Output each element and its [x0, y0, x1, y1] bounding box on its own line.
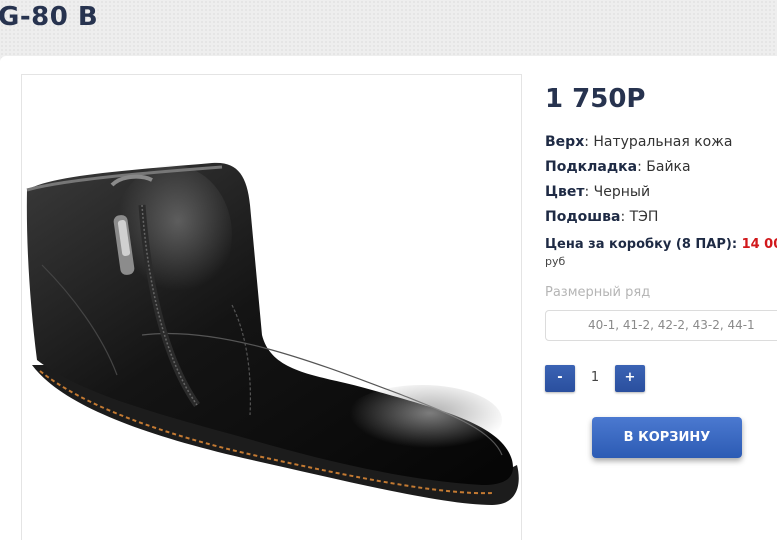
quantity-decrease-button[interactable]: -	[545, 365, 575, 392]
spec-upper-value: : Натуральная кожа	[584, 134, 733, 150]
quantity-increase-button[interactable]: +	[615, 365, 645, 392]
size-range-select[interactable]: 40-1, 41-2, 42-2, 43-2, 44-1	[545, 310, 777, 341]
spec-sole-value: : ТЭП	[620, 209, 659, 225]
spec-color-value: : Черный	[584, 184, 651, 200]
add-to-cart-button[interactable]: В КОРЗИНУ	[592, 417, 742, 458]
spec-sole: Подошва: ТЭП	[545, 209, 658, 225]
spec-color: Цвет: Черный	[545, 184, 650, 200]
product-image[interactable]	[21, 74, 522, 540]
spec-upper-label: Верх	[545, 134, 585, 150]
product-price: 1 750Р	[545, 84, 646, 114]
spec-lining: Подкладка: Байка	[545, 159, 691, 175]
product-title: G-80 B	[0, 2, 99, 32]
box-price-unit: руб	[545, 255, 566, 268]
spec-color-label: Цвет	[545, 184, 585, 200]
boot-image	[26, 162, 519, 505]
box-price-label: Цена за коробку (8 ПАР):	[545, 237, 742, 252]
box-price: Цена за коробку (8 ПАР): 14 000	[545, 237, 777, 252]
box-price-value: 14 000	[741, 237, 777, 252]
size-range-label: Размерный ряд	[545, 285, 651, 300]
spec-lining-value: : Байка	[637, 159, 691, 175]
quantity-value[interactable]: 1	[580, 370, 610, 385]
spec-upper: Верх: Натуральная кожа	[545, 134, 732, 150]
spec-lining-label: Подкладка	[545, 159, 638, 175]
spec-sole-label: Подошва	[545, 209, 621, 225]
